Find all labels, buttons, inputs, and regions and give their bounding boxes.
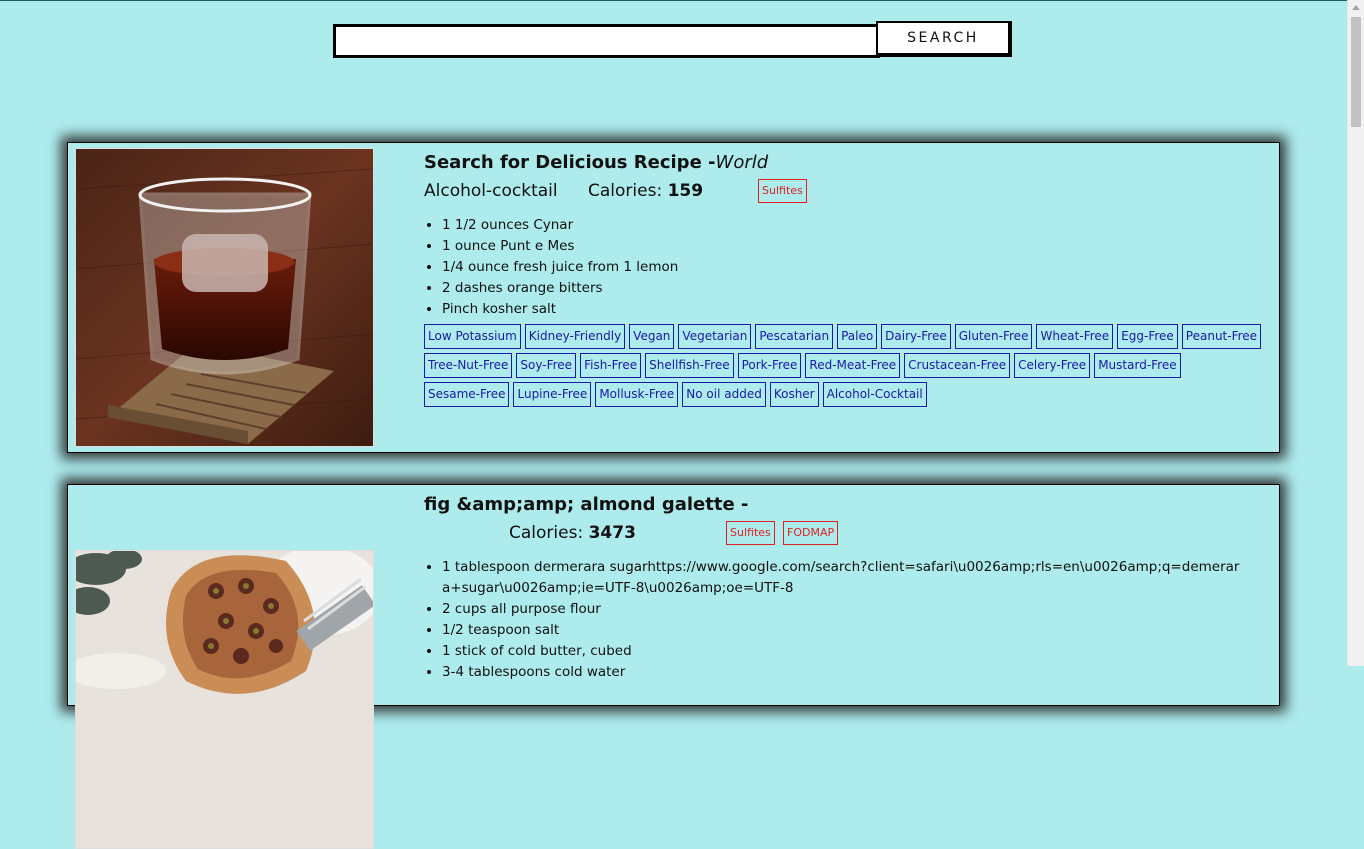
health-label-tag: Gluten-Free [954, 324, 1033, 349]
health-label-tag: Soy-Free [516, 353, 577, 378]
caution-badge: FODMAP [783, 521, 839, 545]
vertical-scrollbar[interactable] [1347, 0, 1364, 666]
calories-value: 159 [667, 181, 704, 201]
health-label-tag: Tree-Nut-Free [424, 353, 513, 378]
search-button[interactable]: SEARCH [876, 21, 1012, 57]
health-label-tag: Red-Meat-Free [805, 353, 901, 378]
recipe-card: Search for Delicious Recipe -World Alcoh… [67, 142, 1280, 453]
recipe-source: World [715, 152, 769, 173]
health-label-tag: Fish-Free [580, 353, 642, 378]
ingredient-item: 1 tablespoon dermerara sugarhttps://www.… [442, 557, 1242, 599]
calories-label: Calories: [509, 523, 584, 543]
health-label-tag: Wheat-Free [1036, 324, 1114, 349]
ingredient-item: 1 stick of cold butter, cubed [442, 641, 1242, 662]
calories-label: Calories: [588, 181, 663, 201]
recipe-title-text: Search for Delicious Recipe - [424, 152, 716, 173]
health-label-tag: Peanut-Free [1181, 324, 1262, 349]
scrollbar-thumb[interactable] [1351, 17, 1361, 127]
ingredient-item: 1/4 ounce fresh juice from 1 lemon [442, 257, 1271, 278]
ingredient-item: 1/2 teaspoon salt [442, 620, 1242, 641]
ingredient-list: 1 1/2 ounces Cynar 1 ounce Punt e Mes 1/… [424, 215, 1271, 320]
ingredient-list: 1 tablespoon dermerara sugarhttps://www.… [424, 557, 1242, 683]
recipe-meta: Calories: 3473 Sulfites FODMAP [424, 521, 1271, 551]
health-label-tag: Mustard-Free [1094, 353, 1181, 378]
recipe-image-cocktail [75, 148, 374, 447]
health-label-tag: Crustacean-Free [904, 353, 1011, 378]
recipe-image-galette [75, 550, 374, 849]
health-label-tag: Vegetarian [678, 324, 752, 349]
health-label-tag: Paleo [837, 324, 878, 349]
health-label-tag: Kosher [769, 382, 819, 407]
recipe-card: fig &amp;amp; almond galette - Calories:… [67, 484, 1280, 849]
calories-value: 3473 [588, 523, 636, 543]
health-label-tag: Sesame-Free [424, 382, 510, 407]
calories: Calories: 3473 [509, 523, 636, 543]
recipe-title: fig &amp;amp; almond galette - [424, 493, 1271, 517]
calories: Calories: 159 [588, 181, 703, 201]
top-rule [0, 0, 1348, 1]
search-input[interactable] [333, 24, 880, 58]
health-label-tag: Dairy-Free [881, 324, 951, 349]
health-label-tag: Shellfish-Free [645, 353, 734, 378]
ingredient-item: 2 cups all purpose flour [442, 599, 1242, 620]
recipe-title-text: fig &amp;amp; almond galette - [424, 494, 749, 515]
ingredient-item: 1 ounce Punt e Mes [442, 236, 1271, 257]
health-label-tag: Mollusk-Free [595, 382, 679, 407]
health-label-tag: Pork-Free [737, 353, 802, 378]
scroll-up-arrow-icon[interactable] [1352, 5, 1360, 10]
health-labels: Low Potassium Kidney-Friendly Vegan Vege… [424, 324, 1274, 411]
ingredient-item: Pinch kosher salt [442, 299, 1271, 320]
recipe-title: Search for Delicious Recipe -World [424, 151, 1271, 175]
ingredient-item: 2 dashes orange bitters [442, 278, 1271, 299]
dish-type: Alcohol-cocktail [424, 181, 558, 201]
health-label-tag: Celery-Free [1014, 353, 1091, 378]
health-label-tag: Pescatarian [755, 324, 834, 349]
caution-badge: Sulfites [758, 179, 807, 203]
recipe-meta: Alcohol-cocktail Calories: 159 Sulfites [424, 179, 1271, 209]
health-label-tag: Kidney-Friendly [524, 324, 626, 349]
health-label-tag: Vegan [629, 324, 675, 349]
health-label-tag: Low Potassium [424, 324, 521, 349]
ingredient-item: 3-4 tablespoons cold water [442, 662, 1242, 683]
health-label-tag: No oil added [682, 382, 766, 407]
health-label-tag: Lupine-Free [513, 382, 592, 407]
health-label-tag: Egg-Free [1117, 324, 1178, 349]
ingredient-item: 1 1/2 ounces Cynar [442, 215, 1271, 236]
health-label-tag: Alcohol-Cocktail [822, 382, 927, 407]
caution-badge: Sulfites [726, 521, 775, 545]
